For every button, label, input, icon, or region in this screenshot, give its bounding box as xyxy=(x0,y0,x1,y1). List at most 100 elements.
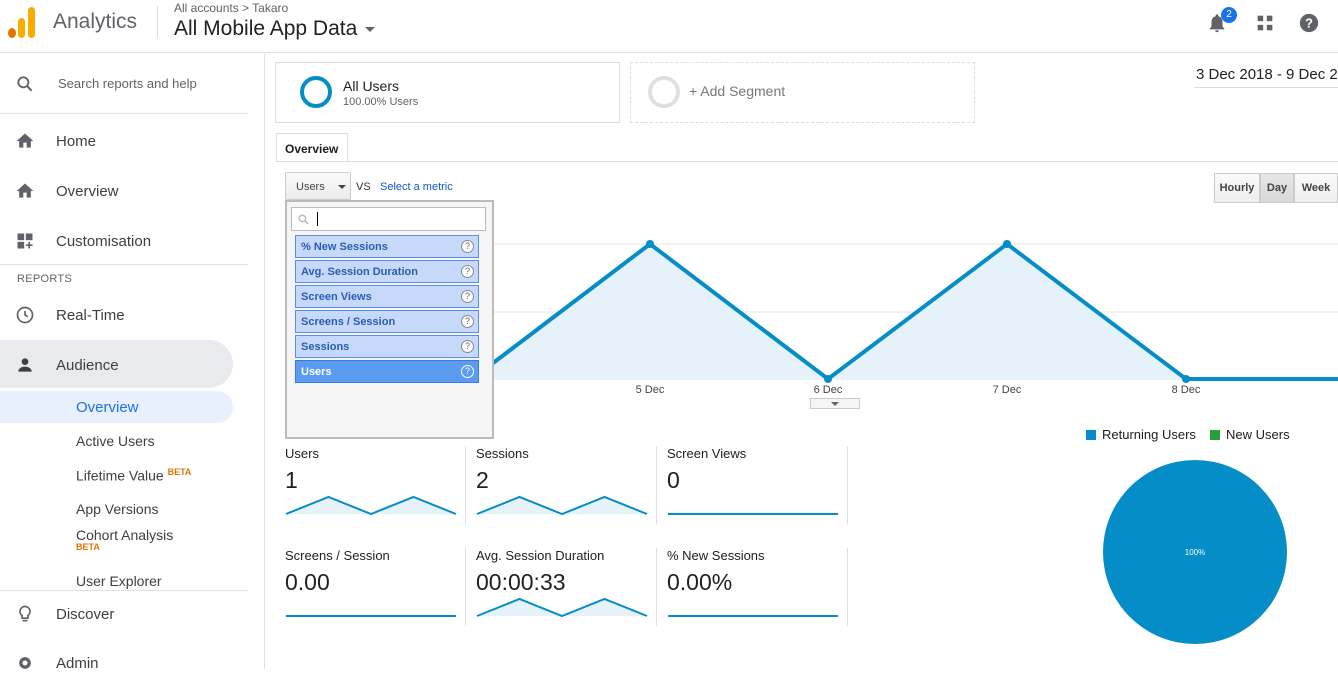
subitem-label: Cohort Analysis xyxy=(76,527,174,543)
help-icon[interactable]: ? xyxy=(461,315,474,328)
select-metric-link[interactable]: Select a metric xyxy=(380,181,453,193)
scorecard[interactable]: Avg. Session Duration 00:00:33 xyxy=(476,548,656,628)
x-tick-label: 5 Dec xyxy=(635,384,665,396)
legend-swatch xyxy=(1086,429,1096,440)
sidebar-subitem-lifetime-value[interactable]: Lifetime Value BETA xyxy=(76,467,191,484)
breadcrumb[interactable]: All accounts > Takaro xyxy=(174,1,288,15)
scorecard[interactable]: Users 1 xyxy=(285,446,465,526)
scorecard-sparkline xyxy=(286,615,456,617)
sidebar-item-realtime[interactable]: Real-Time xyxy=(0,292,248,338)
text-cursor xyxy=(317,212,318,226)
app-name: Analytics xyxy=(53,10,138,33)
pie-slice-label: 100% xyxy=(1185,548,1205,557)
sidebar-item-label: Audience xyxy=(56,356,119,374)
granularity-day[interactable]: Day xyxy=(1260,173,1294,203)
scorecard-sparkline xyxy=(476,495,648,516)
sidebar-subitem-app-versions[interactable]: App Versions xyxy=(76,501,159,517)
chevron-down-icon xyxy=(831,402,839,406)
vs-label: VS xyxy=(356,181,371,193)
sidebar-subitem-active-users[interactable]: Active Users xyxy=(76,433,155,449)
scorecard-value: 00:00:33 xyxy=(476,569,566,595)
search-placeholder: Search reports and help xyxy=(58,76,197,91)
data-point[interactable] xyxy=(646,240,654,248)
view-selector[interactable]: All Mobile App Data xyxy=(174,17,376,41)
data-point[interactable] xyxy=(1182,375,1190,383)
data-point[interactable] xyxy=(1003,240,1011,248)
apps-grid-icon[interactable] xyxy=(1254,12,1276,34)
beta-badge: BETA xyxy=(76,542,100,552)
view-name: All Mobile App Data xyxy=(174,17,358,40)
breadcrumb-account[interactable]: Takaro xyxy=(252,1,288,15)
segment-all-users[interactable]: All Users 100.00% Users xyxy=(275,62,620,123)
scorecard-name: Screen Views xyxy=(667,446,747,461)
scorecard[interactable]: % New Sessions 0.00% xyxy=(667,548,847,628)
date-range-picker[interactable]: 3 Dec 2018 - 9 Dec 2018 xyxy=(1194,64,1338,88)
sidebar-item-overview[interactable]: Overview xyxy=(0,168,248,214)
chart-resize-handle[interactable] xyxy=(810,398,860,409)
reports-heading: REPORTS xyxy=(17,273,73,285)
scorecard-name: Screens / Session xyxy=(285,548,390,563)
scorecard-divider xyxy=(656,548,657,626)
help-icon[interactable]: ? xyxy=(461,340,474,353)
chevron-down-icon xyxy=(365,26,376,32)
tab-overview[interactable]: Overview xyxy=(276,133,348,162)
granularity-week[interactable]: Week xyxy=(1294,173,1338,203)
sidebar-item-admin[interactable]: Admin xyxy=(0,640,248,686)
metric-search-input[interactable] xyxy=(291,207,486,231)
sidebar-item-audience[interactable]: Audience xyxy=(0,342,248,388)
segment-title: All Users xyxy=(343,78,400,94)
scorecard[interactable]: Sessions 2 xyxy=(476,446,656,526)
x-tick-label: 6 Dec xyxy=(813,384,843,396)
search-icon xyxy=(298,214,309,225)
metric-option[interactable]: Screens / Session? xyxy=(295,310,479,333)
scorecard-value: 0.00% xyxy=(667,569,733,595)
scorecard[interactable]: Screen Views 0 xyxy=(667,446,847,526)
sidebar-item-discover[interactable]: Discover xyxy=(0,591,248,637)
sparkline-area xyxy=(477,497,647,514)
legend-returning-users: Returning Users xyxy=(1086,427,1196,442)
scorecard-divider xyxy=(656,446,657,524)
sidebar-item-label: Home xyxy=(56,132,97,150)
x-tick-label: 8 Dec xyxy=(1171,384,1201,396)
metric-selector[interactable]: Users xyxy=(285,172,351,200)
sidebar-subitem-cohort-analysis[interactable]: Cohort Analysis BETA xyxy=(76,527,173,552)
help-icon[interactable]: ? xyxy=(1298,12,1320,34)
sidebar-subitem-user-explorer[interactable]: User Explorer xyxy=(76,573,162,589)
metric-option-label: Screen Views xyxy=(301,291,372,303)
data-point[interactable] xyxy=(824,375,832,383)
metric-option-label: % New Sessions xyxy=(301,241,388,253)
metric-option[interactable]: Screen Views? xyxy=(295,285,479,308)
sparkline-area xyxy=(286,497,456,514)
sidebar-subitem-overview[interactable]: Overview xyxy=(76,399,139,416)
help-icon[interactable]: ? xyxy=(461,265,474,278)
segment-ring-icon xyxy=(648,76,680,108)
segment-ring-icon xyxy=(300,76,332,108)
help-icon[interactable]: ? xyxy=(461,290,474,303)
dashboard-add-icon xyxy=(17,233,33,249)
header-divider xyxy=(157,6,158,38)
divider xyxy=(0,264,248,265)
svg-text:?: ? xyxy=(1305,16,1313,31)
scorecard-name: % New Sessions xyxy=(667,548,765,563)
metric-option[interactable]: Users? xyxy=(295,360,479,383)
scorecard[interactable]: Screens / Session 0.00 xyxy=(285,548,465,628)
add-segment-button[interactable]: + Add Segment xyxy=(630,62,975,123)
gear-icon xyxy=(19,657,31,669)
scorecard-value: 0.00 xyxy=(285,569,330,595)
analytics-logo[interactable] xyxy=(8,6,36,38)
person-icon xyxy=(18,358,32,372)
granularity-hourly[interactable]: Hourly xyxy=(1214,173,1260,203)
sidebar-item-customisation[interactable]: Customisation xyxy=(0,218,248,264)
metric-option[interactable]: Sessions? xyxy=(295,335,479,358)
sidebar-item-home[interactable]: Home xyxy=(0,118,248,164)
scorecard-divider xyxy=(847,446,848,524)
help-icon[interactable]: ? xyxy=(461,240,474,253)
metric-option-label: Screens / Session xyxy=(301,316,396,328)
sidebar-search[interactable]: Search reports and help xyxy=(0,54,248,114)
metric-option[interactable]: % New Sessions? xyxy=(295,235,479,258)
metric-option-label: Users xyxy=(301,366,332,378)
scorecard-value: 1 xyxy=(285,467,298,493)
breadcrumb-accounts[interactable]: All accounts xyxy=(174,1,239,15)
help-icon[interactable]: ? xyxy=(461,365,474,378)
metric-option[interactable]: Avg. Session Duration? xyxy=(295,260,479,283)
